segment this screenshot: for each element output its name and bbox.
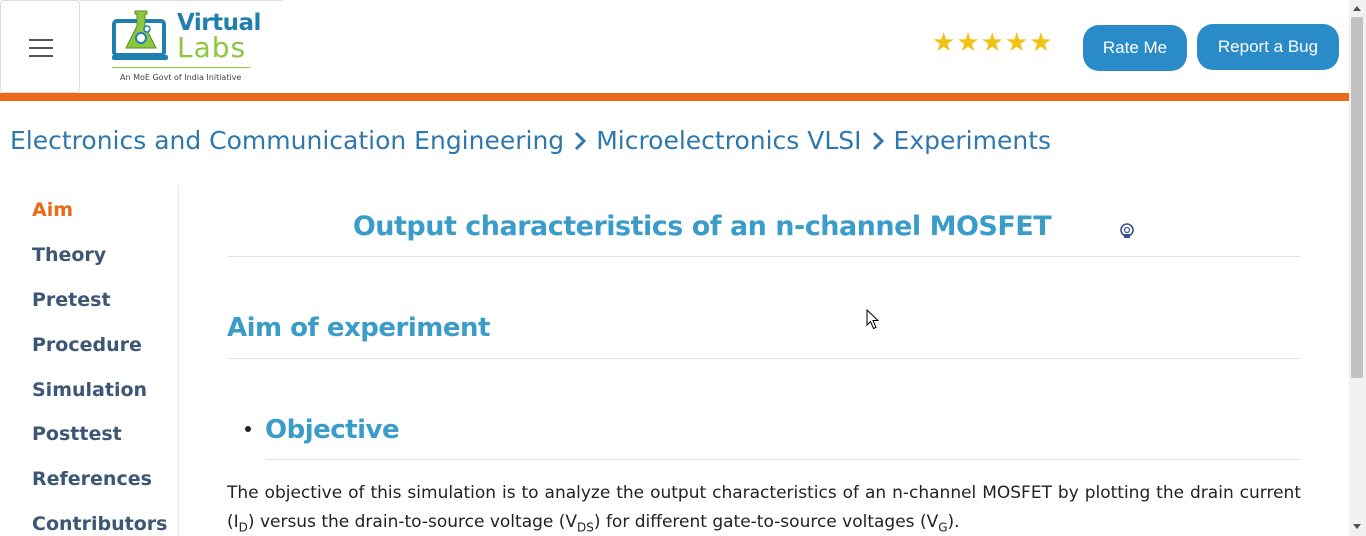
- breadcrumb-item-lab[interactable]: Microelectronics VLSI: [596, 126, 861, 155]
- scroll-down-arrow-icon[interactable]: [1353, 524, 1361, 529]
- star-icon[interactable]: ★: [1029, 30, 1052, 56]
- star-icon[interactable]: ★: [932, 30, 955, 56]
- page-title: Output characteristics of an n-channel M…: [352, 211, 1052, 242]
- objective-paragraph: The objective of this simulation is to a…: [227, 479, 1301, 536]
- bullet-icon: [245, 426, 251, 432]
- scroll-up-arrow-icon[interactable]: [1353, 6, 1361, 11]
- menu-icon-bar: [29, 55, 53, 57]
- mouse-cursor-icon: [866, 309, 880, 330]
- sidebar-item-pretest[interactable]: Pretest: [32, 289, 111, 311]
- aim-heading: Aim of experiment: [227, 313, 490, 343]
- sidebar-item-theory[interactable]: Theory: [32, 244, 106, 266]
- sidebar-item-aim[interactable]: Aim: [32, 199, 73, 221]
- logo-divider: [112, 67, 250, 68]
- subscript-d: D: [238, 520, 248, 535]
- star-icon[interactable]: ★: [981, 30, 1004, 56]
- sidebar-item-simulation[interactable]: Simulation: [32, 379, 147, 401]
- sidebar-item-posttest[interactable]: Posttest: [32, 423, 122, 445]
- menu-icon-bar: [29, 47, 53, 49]
- sidebar-item-procedure[interactable]: Procedure: [32, 334, 142, 356]
- virtual-labs-logo[interactable]: Virtual Labs An MoE Govt of India Initia…: [80, 0, 283, 93]
- rate-me-button[interactable]: Rate Me: [1083, 25, 1187, 71]
- breadcrumb-item-department[interactable]: Electronics and Communication Engineerin…: [10, 126, 564, 155]
- divider: [227, 256, 1301, 257]
- star-icon[interactable]: ★: [1005, 30, 1028, 56]
- logo-tagline: An MoE Govt of India Initiative: [120, 73, 242, 82]
- star-icon[interactable]: ★: [956, 30, 979, 56]
- scrollbar-thumb[interactable]: [1351, 17, 1363, 378]
- chevron-right-icon: [872, 131, 884, 150]
- sidebar-nav: Aim Theory Pretest Procedure Simulation …: [0, 185, 179, 536]
- header: Virtual Labs An MoE Govt of India Initia…: [0, 0, 1349, 93]
- objective-heading: Objective: [265, 415, 400, 445]
- subscript-g: G: [938, 520, 948, 535]
- hamburger-menu-button[interactable]: [0, 0, 80, 93]
- institute-emblem-icon: [1120, 223, 1134, 238]
- report-bug-button[interactable]: Report a Bug: [1197, 24, 1339, 70]
- objective-text: ) for different gate-to-source voltages …: [593, 512, 939, 532]
- logo-word-labs: Labs: [177, 31, 247, 64]
- divider: [227, 358, 1301, 359]
- sidebar-item-contributors[interactable]: Contributors: [32, 513, 167, 535]
- chevron-right-icon: [575, 131, 587, 150]
- rating-stars[interactable]: ★ ★ ★ ★ ★: [932, 30, 1053, 56]
- sidebar-item-references[interactable]: References: [32, 468, 152, 490]
- subscript-ds: DS: [577, 520, 594, 535]
- divider: [265, 459, 1301, 460]
- header-accent-bar: [0, 93, 1349, 101]
- objective-text: ).: [947, 512, 960, 532]
- flask-laptop-icon: [112, 10, 168, 60]
- breadcrumb-item-experiments[interactable]: Experiments: [894, 126, 1051, 155]
- breadcrumb: Electronics and Communication Engineerin…: [10, 126, 1051, 155]
- objective-text: ) versus the drain-to-source voltage (V: [247, 512, 578, 532]
- menu-icon-bar: [29, 39, 53, 41]
